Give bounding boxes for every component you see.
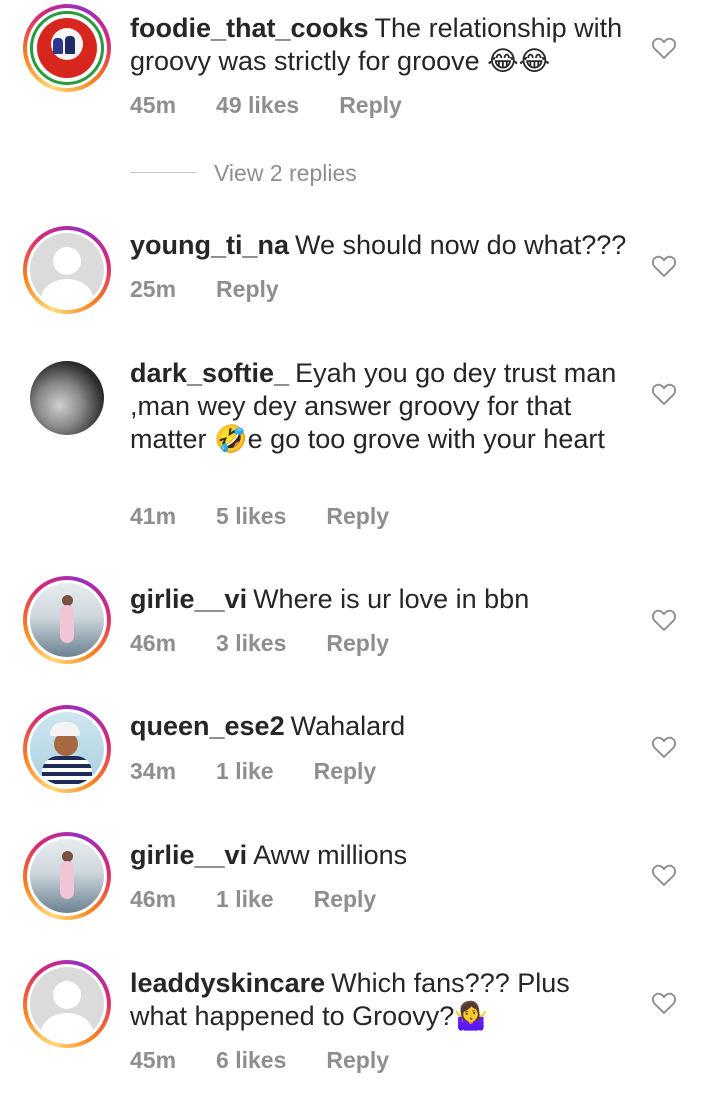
comment-likes[interactable]: 5 likes xyxy=(216,503,286,530)
reply-button[interactable]: Reply xyxy=(326,1047,389,1074)
comment-username[interactable]: young_ti_na xyxy=(130,230,289,260)
comment-text: Wahalard xyxy=(290,711,406,741)
comment-time: 41m xyxy=(130,503,177,529)
comment-text: Aww millions xyxy=(253,840,408,870)
reply-button[interactable]: Reply xyxy=(326,503,389,530)
reply-button[interactable]: Reply xyxy=(314,758,377,785)
comment-username[interactable]: leaddyskincare xyxy=(130,968,325,998)
comment-text: Where is ur love in bbn xyxy=(253,584,530,614)
reply-button[interactable]: Reply xyxy=(314,886,377,913)
user-photo-icon xyxy=(30,583,104,657)
avatar[interactable] xyxy=(23,354,111,442)
heart-icon[interactable] xyxy=(650,989,678,1017)
comment-time: 34m xyxy=(130,758,177,784)
default-avatar-icon xyxy=(30,967,104,1041)
comment-time: 46m xyxy=(130,886,177,912)
comment-username[interactable]: foodie_that_cooks xyxy=(130,13,369,43)
comment-likes[interactable]: 1 like xyxy=(216,886,274,913)
avatar[interactable] xyxy=(23,705,111,793)
heart-icon[interactable] xyxy=(650,252,678,280)
reply-button[interactable]: Reply xyxy=(339,92,402,119)
comment-likes[interactable]: 6 likes xyxy=(216,1047,286,1074)
user-photo-icon xyxy=(30,361,104,435)
heart-icon[interactable] xyxy=(650,606,678,634)
comment-time: 45m xyxy=(130,92,177,118)
comment-username[interactable]: girlie__vi xyxy=(130,584,247,614)
reply-button[interactable]: Reply xyxy=(326,630,389,657)
heart-icon[interactable] xyxy=(650,733,678,761)
user-photo-icon xyxy=(30,839,104,913)
view-replies-button[interactable]: View 2 replies xyxy=(214,160,357,187)
avatar[interactable] xyxy=(23,576,111,664)
avatar[interactable] xyxy=(23,832,111,920)
comment-likes[interactable]: 3 likes xyxy=(216,630,286,657)
comment-username[interactable]: queen_ese2 xyxy=(130,711,285,741)
heart-icon[interactable] xyxy=(650,861,678,889)
replies-divider xyxy=(130,172,196,173)
comment-time: 25m xyxy=(130,276,177,302)
default-avatar-icon xyxy=(30,233,104,307)
comment-likes[interactable]: 49 likes xyxy=(216,92,299,119)
comment-time: 46m xyxy=(130,630,177,656)
avatar[interactable] xyxy=(23,960,111,1048)
comment-username[interactable]: girlie__vi xyxy=(130,840,247,870)
comment-username[interactable]: dark_softie_ xyxy=(130,358,289,388)
heart-icon[interactable] xyxy=(650,380,678,408)
comment-text: We should now do what??? xyxy=(295,230,627,260)
reply-button[interactable]: Reply xyxy=(216,276,279,303)
user-photo-icon xyxy=(30,712,104,786)
avatar[interactable] xyxy=(23,226,111,314)
organization-logo-icon xyxy=(30,11,104,85)
heart-icon[interactable] xyxy=(650,34,678,62)
comment-time: 45m xyxy=(130,1047,177,1073)
avatar[interactable] xyxy=(23,4,111,92)
comment-likes[interactable]: 1 like xyxy=(216,758,274,785)
